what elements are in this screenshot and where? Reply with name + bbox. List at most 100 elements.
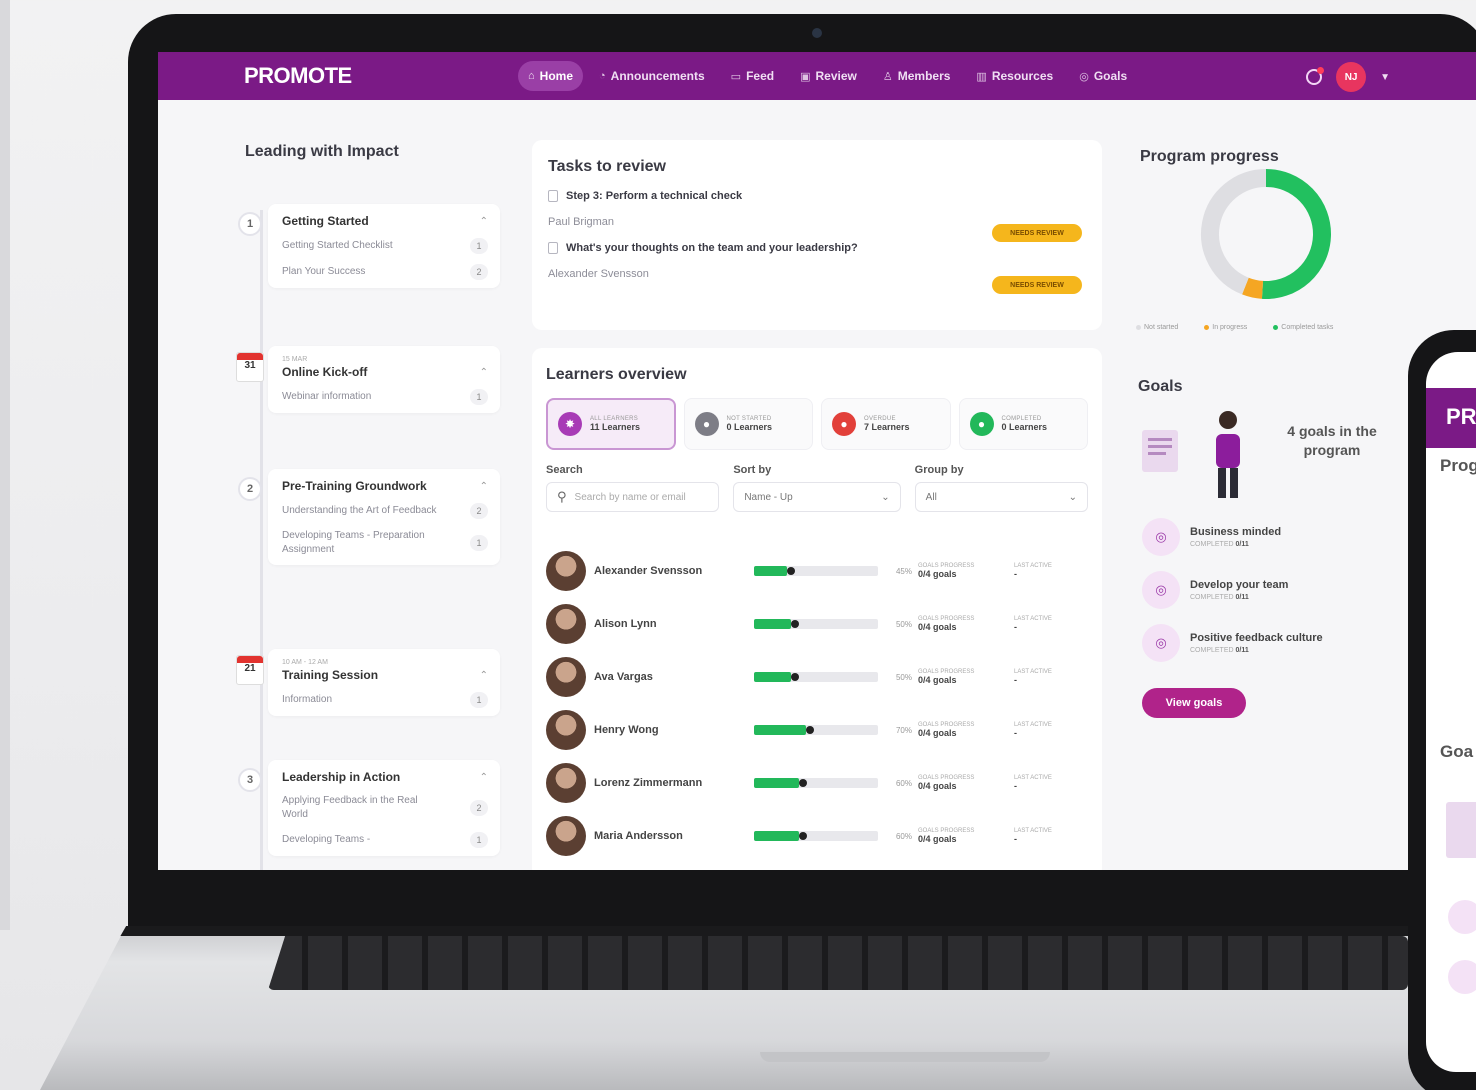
learner-row[interactable]: Maria Andersson 60% GOALS PROGRESS 0/4 goal… — [546, 813, 1086, 859]
learner-status-icon: ● — [694, 412, 719, 436]
goal-count: 0/11 — [1235, 647, 1249, 654]
nav-item-feed[interactable]: ▭ Feed — [721, 61, 784, 91]
filter-all-learners[interactable]: ✸ ALL LEARNERS 11 Learners — [546, 398, 676, 450]
learner-status-icon: ● — [969, 412, 994, 436]
goal-status: COMPLETED 0/11 — [1190, 594, 1288, 601]
module-header[interactable]: Training Session ⌃ — [282, 668, 488, 682]
goals-illustration — [1142, 411, 1240, 498]
module-header[interactable]: Leadership in Action ⌃ — [282, 770, 488, 784]
laptop-hinge — [120, 926, 1476, 936]
chevron-up-icon[interactable]: ⌃ — [480, 367, 488, 378]
progress-bar — [754, 566, 878, 576]
app-logo[interactable]: PROMOTE — [244, 63, 352, 89]
progress-bar — [754, 672, 878, 682]
learner-row[interactable]: Alison Lynn 50% GOALS PROGRESS 0/4 goals LAS… — [546, 601, 1086, 647]
module-item[interactable]: Understanding the Art of Feedback 2 — [282, 503, 488, 519]
learner-row[interactable]: Alexander Svensson 45% GOALS PROGRESS 0/4 g… — [546, 548, 1086, 594]
module-item[interactable]: Developing Teams - Preparation Assignmen… — [282, 529, 488, 557]
chevron-up-icon[interactable]: ⌃ — [480, 670, 488, 681]
needs-review-badge[interactable]: NEEDS REVIEW — [992, 224, 1082, 242]
goal-text: Business minded COMPLETED 0/11 — [1190, 526, 1281, 548]
search-input[interactable]: ⚲ Search by name or email — [546, 482, 720, 512]
module-header[interactable]: Pre-Training Groundwork ⌃ — [282, 479, 488, 493]
goals-progress: GOALS PROGRESS 0/4 goals — [918, 828, 1014, 844]
nav-item-resources[interactable]: ▥ Resources — [966, 61, 1063, 91]
chevron-up-icon[interactable]: ⌃ — [480, 772, 488, 783]
filter-completed[interactable]: ● COMPLETED 0 Learners — [958, 398, 1088, 450]
nav-item-home[interactable]: ⌂ Home — [518, 61, 583, 91]
module-card[interactable]: 2 Pre-Training Groundwork ⌃ Understanding t… — [238, 469, 500, 565]
learner-name: Henry Wong — [594, 724, 659, 736]
learner-row[interactable]: Ava Vargas 50% GOALS PROGRESS 0/4 goals LAST… — [546, 654, 1086, 700]
goals-progress-value: 0/4 goals — [918, 834, 957, 844]
document-icon — [548, 190, 558, 202]
module-title: Training Session — [282, 668, 379, 682]
learner-row[interactable]: Lorenz Zimmermann 60% GOALS PROGRESS 0/4 go… — [546, 760, 1086, 806]
module-item[interactable]: Information 1 — [282, 692, 488, 708]
sort-label: Sort by — [733, 464, 772, 476]
task-title: What's your thoughts on the team and you… — [548, 242, 1086, 254]
filter-overdue[interactable]: ● OVERDUE 7 Learners — [821, 398, 951, 450]
user-avatar[interactable]: NJ — [1336, 62, 1367, 92]
chevron-down-icon[interactable]: ▼ — [1380, 72, 1390, 83]
legend-dot — [1136, 324, 1141, 330]
nav-item-members[interactable]: ♙ Members — [873, 61, 961, 91]
goals-progress: GOALS PROGRESS 0/4 goals — [918, 616, 1014, 632]
avatar — [546, 710, 586, 750]
module-item-count: 2 — [470, 503, 488, 519]
module-item[interactable]: Plan Your Success 2 — [282, 264, 488, 280]
legend-dot — [1273, 324, 1279, 330]
learner-row[interactable]: Henry Wong 70% GOALS PROGRESS 0/4 goals LAST… — [546, 707, 1086, 753]
filter-not-started[interactable]: ● NOT STARTED 0 Learners — [683, 398, 813, 450]
background-device-edge — [0, 0, 10, 930]
module-item[interactable]: Webinar information 1 — [282, 389, 488, 405]
group-select[interactable]: All ⌄ — [914, 482, 1088, 512]
module-card[interactable]: 21 10 AM - 12 AM Training Session ⌃ Informat… — [236, 649, 500, 716]
last-active: LAST ACTIVE - — [1014, 828, 1084, 844]
module-time: 15 MAR — [282, 356, 308, 363]
module-item[interactable]: Applying Feedback in the Real World 2 — [282, 794, 488, 822]
needs-review-badge[interactable]: NEEDS REVIEW — [992, 276, 1082, 294]
goal-item[interactable]: ◎ Business minded COMPLETED 0/11 — [1142, 518, 1281, 556]
filter-count: 0 Learners — [726, 422, 773, 432]
module-header[interactable]: Online Kick-off ⌃ — [282, 365, 488, 379]
module-item-count: 1 — [470, 832, 488, 848]
timeline-line — [260, 210, 263, 870]
chevron-up-icon[interactable]: ⌃ — [480, 481, 488, 492]
module-header[interactable]: Getting Started ⌃ — [282, 214, 488, 228]
goals-icon: ◎ — [1079, 70, 1089, 83]
learners-panel: Learners overview ✸ ALL LEARNERS 11 Learne… — [532, 348, 1102, 870]
goal-item[interactable]: ◎ Develop your team COMPLETED 0/11 — [1142, 571, 1288, 609]
module-item-label: Getting Started Checklist — [282, 240, 393, 251]
module-title: Getting Started — [282, 214, 369, 228]
chevron-down-icon: ⌄ — [881, 491, 890, 503]
goal-count: 0/11 — [1235, 541, 1249, 548]
nav-item-goals[interactable]: ◎ Goals — [1069, 61, 1137, 91]
legend-label: In progress — [1212, 324, 1248, 331]
nav-item-review[interactable]: ▣ Review — [790, 61, 867, 91]
task-item[interactable]: Step 3: Perform a technical check Paul Br… — [548, 190, 1086, 242]
module-item[interactable]: Developing Teams - 1 — [282, 832, 488, 848]
task-item[interactable]: What's your thoughts on the team and you… — [548, 242, 1086, 294]
goals-title: Goals — [1138, 378, 1183, 395]
view-goals-button[interactable]: View goals — [1142, 688, 1246, 718]
sort-select[interactable]: Name - Up ⌄ — [733, 482, 901, 512]
module-card[interactable]: 1 Getting Started ⌃ Getting Started Checkli… — [238, 204, 500, 288]
module-card[interactable]: 31 15 MAR Online Kick-off ⌃ Webinar informat… — [236, 346, 500, 413]
goal-item[interactable]: ◎ Positive feedback culture COMPLETED 0/11 — [1142, 624, 1323, 662]
donut-slice-in-progress — [1242, 277, 1264, 299]
chevron-up-icon[interactable]: ⌃ — [480, 216, 488, 227]
module-item[interactable]: Getting Started Checklist 1 — [282, 238, 488, 254]
nav-item-announcements[interactable]: ◔ Announcements — [589, 61, 715, 91]
notification-bell-icon[interactable] — [1306, 67, 1325, 85]
goals-progress-value: 0/4 goals — [918, 622, 957, 632]
laptop-trackpad-lip — [760, 1052, 1050, 1062]
goal-text: Positive feedback culture COMPLETED 0/11 — [1190, 632, 1323, 654]
progress-title: Program progress — [1140, 148, 1279, 165]
last-active: LAST ACTIVE - — [1014, 669, 1084, 685]
goals-progress-value: 0/4 goals — [918, 675, 957, 685]
learner-status-icon: ● — [832, 412, 856, 436]
last-active: LAST ACTIVE - — [1014, 775, 1084, 791]
module-card[interactable]: 3 Leadership in Action ⌃ Applying Feedback … — [238, 760, 500, 856]
learner-filters: ✸ ALL LEARNERS 11 Learners ● NOT STARTED 0 Le… — [546, 398, 1088, 450]
